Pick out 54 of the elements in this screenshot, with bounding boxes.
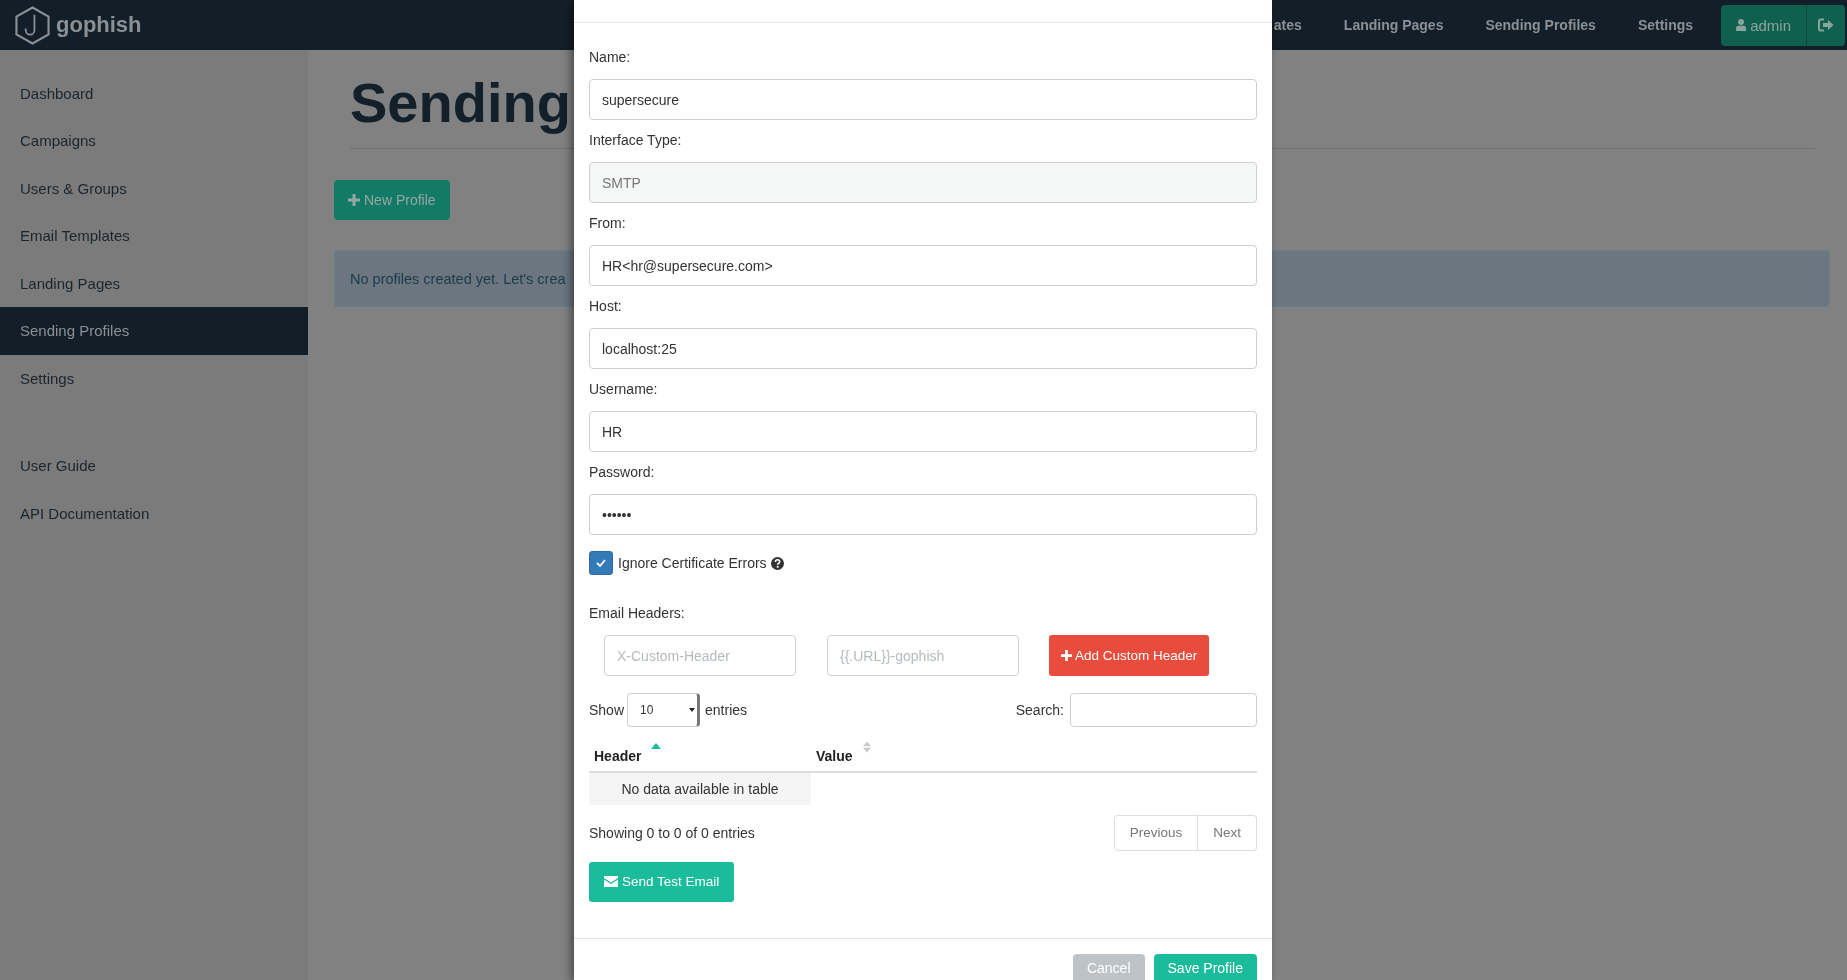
table-cell: No data available in table bbox=[589, 773, 811, 805]
nav-link[interactable]: ates bbox=[1273, 17, 1302, 33]
field-label: Interface Type: bbox=[589, 131, 682, 150]
plus-icon bbox=[348, 194, 360, 206]
sidebar-item[interactable]: Landing Pages bbox=[0, 259, 308, 307]
checkbox[interactable] bbox=[589, 551, 613, 575]
search-field[interactable] bbox=[1070, 693, 1257, 727]
field-label: From: bbox=[589, 214, 626, 233]
page-title: Sending bbox=[350, 71, 571, 135]
page-size-select[interactable]: 10 bbox=[627, 693, 701, 727]
check-icon bbox=[596, 559, 606, 567]
caret-icon bbox=[689, 708, 696, 712]
sidebar-item[interactable]: Campaigns bbox=[0, 117, 308, 165]
field-label: Host: bbox=[589, 297, 622, 316]
field-label: Password: bbox=[589, 463, 655, 482]
column-header[interactable]: Value bbox=[811, 737, 1257, 773]
plus-icon bbox=[1061, 650, 1072, 661]
sidebar-item[interactable]: Settings bbox=[0, 354, 308, 402]
brand-name[interactable]: gophish bbox=[56, 12, 142, 38]
sidebar-item[interactable]: Users & Groups bbox=[0, 164, 308, 212]
sidebar-item[interactable]: Dashboard bbox=[0, 69, 308, 117]
nav-link[interactable]: Landing Pages bbox=[1343, 17, 1444, 33]
user-icon bbox=[1736, 19, 1747, 31]
input-field[interactable]: {{.URL}}-gophish bbox=[827, 635, 1019, 676]
input-field[interactable]: X-Custom-Header bbox=[604, 635, 796, 676]
input-field[interactable]: localhost:25 bbox=[589, 328, 1257, 369]
hexagon-hook-logo-icon[interactable] bbox=[15, 5, 50, 45]
field-label: Username: bbox=[589, 380, 658, 399]
help-icon[interactable] bbox=[770, 556, 784, 570]
search-label: Search: bbox=[1015, 702, 1064, 718]
input-field[interactable]: HR bbox=[589, 411, 1257, 452]
nav-link[interactable]: Sending Profiles bbox=[1485, 17, 1596, 33]
field-label: Email Headers: bbox=[589, 604, 685, 623]
logout-button[interactable] bbox=[1806, 4, 1845, 46]
input-field[interactable]: HR<hr@supersecure.com> bbox=[589, 245, 1257, 286]
sidebar-item[interactable]: User Guide bbox=[0, 442, 308, 490]
input-field[interactable]: supersecure bbox=[589, 79, 1257, 120]
admin-button[interactable]: admin bbox=[1721, 4, 1806, 46]
sidebar-item[interactable]: API Documentation bbox=[0, 489, 308, 537]
sign-out-icon bbox=[1818, 18, 1834, 32]
sidebar-item[interactable]: Sending Profiles bbox=[0, 307, 308, 355]
sidebar-item[interactable]: Email Templates bbox=[0, 212, 308, 260]
input-field[interactable]: •••••• bbox=[589, 494, 1257, 535]
add-custom-header-button[interactable]: Add Custom Header bbox=[1049, 635, 1210, 676]
entries-label: entries bbox=[705, 702, 748, 718]
footer-button[interactable]: Save Profile bbox=[1153, 953, 1257, 980]
show-label: Show bbox=[589, 702, 625, 718]
checkbox-label: Ignore Certificate Errors bbox=[618, 555, 767, 571]
table-info: Showing 0 to 0 of 0 entries bbox=[589, 824, 755, 841]
envelope-icon bbox=[604, 876, 618, 887]
field-label: Name: bbox=[589, 48, 631, 67]
nav-link[interactable]: Settings bbox=[1637, 17, 1694, 33]
send-test-email-button[interactable]: Send Test Email bbox=[589, 861, 735, 902]
alert-message: No profiles created yet. Let's crea bbox=[350, 270, 566, 287]
